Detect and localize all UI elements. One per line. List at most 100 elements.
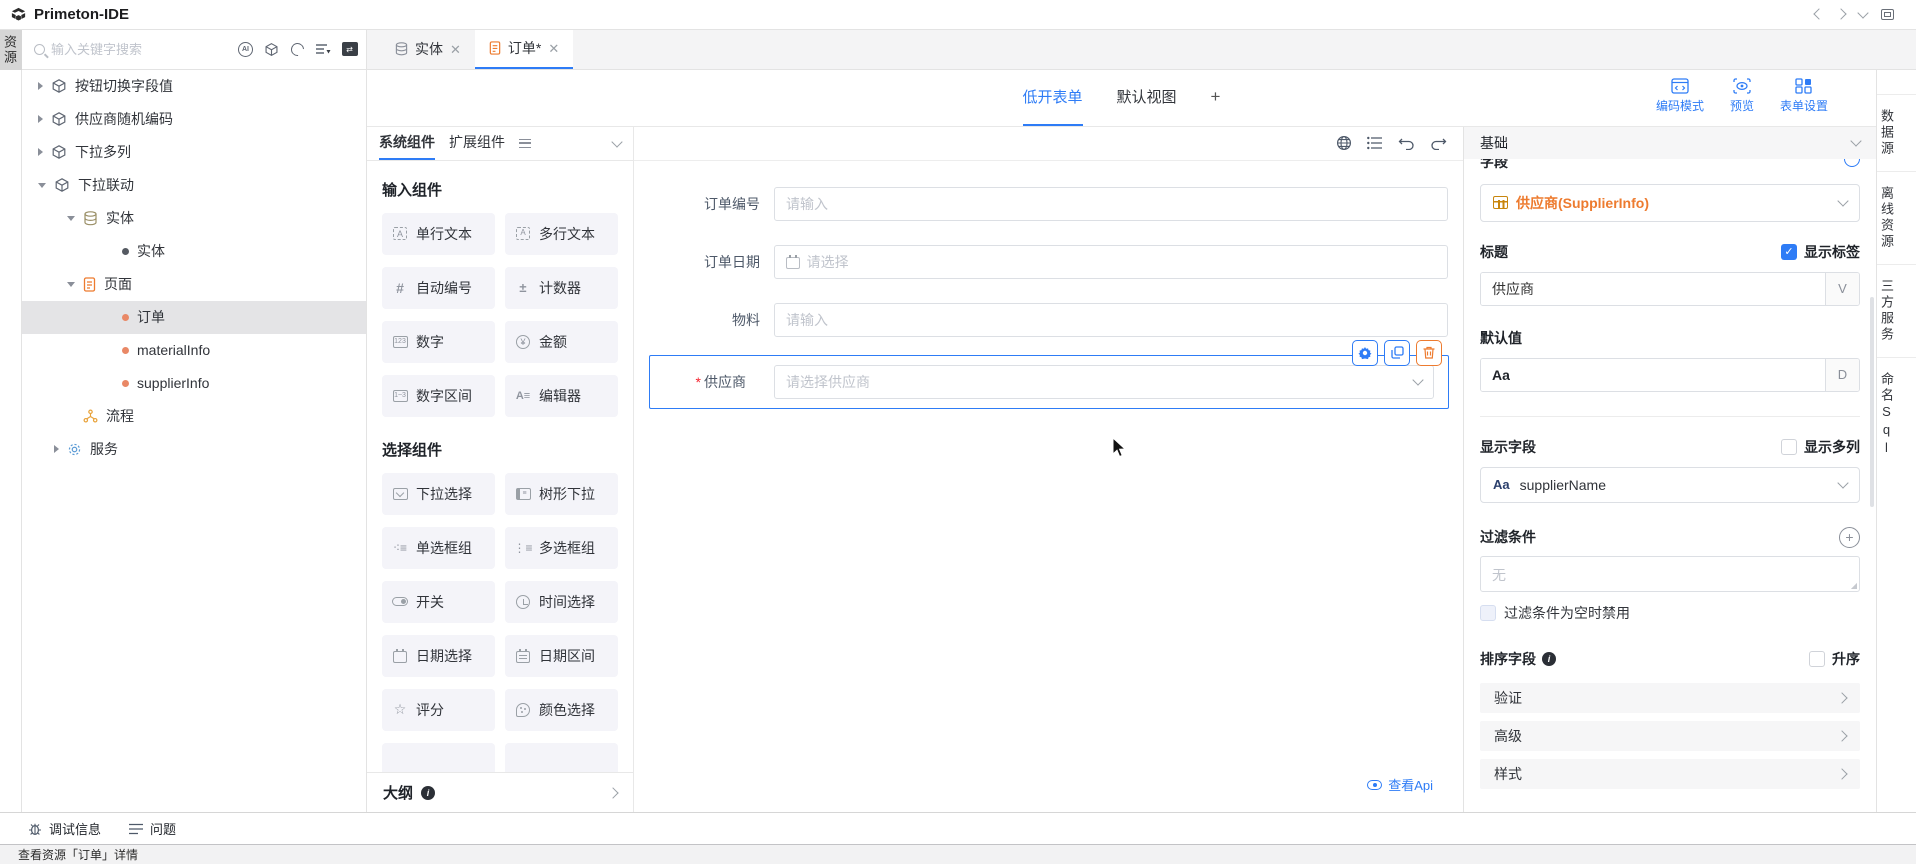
inspector-section-basic[interactable]: 基础 — [1464, 127, 1876, 159]
sort-info-icon[interactable]: i — [1542, 652, 1556, 666]
outline-tree-icon[interactable] — [1367, 136, 1383, 150]
outline-expand-icon[interactable] — [607, 787, 618, 798]
form-design-surface[interactable]: 订单编号 订单日期 — [634, 161, 1463, 812]
tab-order[interactable]: 订单* ✕ — [475, 30, 573, 69]
caret-expanded-icon[interactable] — [67, 282, 75, 287]
binding-select[interactable]: 供应商(SupplierInfo) — [1480, 184, 1860, 222]
export-icon[interactable]: ⇄ — [341, 41, 358, 58]
section-advanced[interactable]: 高级 — [1480, 721, 1860, 751]
problems-tab[interactable]: 问题 — [129, 819, 176, 838]
tree-item-entity[interactable]: 实体 — [22, 235, 366, 268]
tree-item-flow[interactable]: 流程 — [22, 400, 366, 433]
palette-item-date-picker[interactable]: 日期选择 — [382, 635, 495, 677]
sort-list-icon[interactable] — [315, 41, 332, 58]
view-tab-lowcode-form[interactable]: 低开表单 — [1023, 70, 1083, 126]
display-field-select[interactable]: Aa supplierName — [1480, 467, 1860, 503]
palette-item-checkbox-group[interactable]: ⋮≡多选框组 — [505, 527, 618, 569]
palette-item-number-range[interactable]: 1~3数字区间 — [382, 375, 495, 417]
nav-forward-icon[interactable] — [1837, 10, 1845, 18]
form-canvas[interactable]: 订单编号 订单日期 — [634, 127, 1463, 812]
component-settings-button[interactable] — [1352, 340, 1378, 366]
palette-tab-extended[interactable]: 扩展组件 — [449, 127, 505, 160]
order-date-picker[interactable] — [774, 245, 1448, 279]
palette-item-amount[interactable]: ¥金额 — [505, 321, 618, 363]
resize-handle-icon[interactable]: ◢ — [1851, 581, 1857, 590]
palette-scroll-area[interactable]: 输入组件 A单行文本 A多行文本 #自动编号 ±计数器 123数字 ¥金额 1~… — [367, 161, 633, 772]
palette-tab-system[interactable]: 系统组件 — [379, 127, 435, 160]
caret-collapsed-icon[interactable] — [38, 82, 43, 90]
palette-item-date-range[interactable]: 日期区间 — [505, 635, 618, 677]
tab-entity[interactable]: 实体 ✕ — [381, 30, 475, 69]
palette-item-multi-line-text[interactable]: A多行文本 — [505, 213, 618, 255]
code-mode-button[interactable]: 编码模式 — [1656, 78, 1704, 114]
palette-list-icon[interactable] — [519, 139, 531, 148]
palette-item-color-picker[interactable]: 颜色选择 — [505, 689, 618, 731]
refresh-binding-icon[interactable] — [1844, 159, 1860, 167]
component-copy-button[interactable] — [1384, 340, 1410, 366]
form-row-order-no[interactable]: 订单编号 — [650, 187, 1448, 221]
caret-expanded-icon[interactable] — [38, 183, 46, 188]
tab-third-party-services[interactable]: 三方服务 — [1877, 264, 1916, 357]
tab-order-close-icon[interactable]: ✕ — [548, 42, 559, 55]
palette-collapse-icon[interactable] — [611, 136, 622, 147]
i18n-globe-icon[interactable] — [1336, 135, 1352, 151]
filter-condition-textarea[interactable]: 无 ◢ — [1480, 556, 1860, 592]
palette-item-clipped[interactable] — [505, 743, 618, 772]
add-filter-button[interactable]: + — [1839, 527, 1860, 548]
tree-item-materialinfo[interactable]: materialInfo — [22, 334, 366, 367]
palette-item-time-picker[interactable]: 时间选择 — [505, 581, 618, 623]
palette-item-single-line-text[interactable]: A单行文本 — [382, 213, 495, 255]
multi-column-checkbox-row[interactable]: 显示多列 — [1781, 437, 1860, 457]
supplier-select[interactable]: 请选择供应商 — [774, 365, 1434, 399]
selected-supplier-component[interactable]: *供应商 请选择供应商 — [649, 355, 1449, 409]
tree-item-supplierinfo[interactable]: supplierInfo — [22, 367, 366, 400]
palette-item-rate[interactable]: ☆评分 — [382, 689, 495, 731]
palette-item-switch[interactable]: 开关 — [382, 581, 495, 623]
resources-vertical-tab[interactable]: 资源 — [0, 30, 22, 70]
tree-item-order[interactable]: 订单 — [22, 301, 366, 334]
tree-item-dropdown-multicolumn[interactable]: 下拉多列 — [22, 136, 366, 169]
checkbox-unchecked-icon[interactable] — [1809, 651, 1825, 667]
tab-offline-resources[interactable]: 离线资源 — [1877, 171, 1916, 264]
palette-item-editor[interactable]: A≡编辑器 — [505, 375, 618, 417]
tab-named-sql[interactable]: 命名Sql — [1877, 357, 1916, 472]
order-date-input-inner[interactable] — [807, 254, 1436, 270]
debug-info-tab[interactable]: 调试信息 — [28, 819, 101, 838]
title-variable-button[interactable]: V — [1825, 273, 1859, 305]
palette-item-auto-number[interactable]: #自动编号 — [382, 267, 495, 309]
caret-collapsed-icon[interactable] — [38, 115, 43, 123]
form-row-order-date[interactable]: 订单日期 — [650, 245, 1448, 279]
palette-item-select[interactable]: 下拉选择 — [382, 473, 495, 515]
title-input[interactable] — [1481, 273, 1825, 305]
nav-expand-icon[interactable] — [1859, 12, 1867, 17]
form-settings-button[interactable]: 表单设置 — [1780, 78, 1828, 114]
refresh-icon[interactable] — [289, 41, 306, 58]
search-input[interactable] — [51, 42, 231, 57]
inspector-scrollbar[interactable] — [1870, 297, 1874, 507]
tree-item-button-toggle-field-value[interactable]: 按钮切换字段值 — [22, 70, 366, 103]
palette-item-radio-group[interactable]: ⁖≡单选框组 — [382, 527, 495, 569]
nav-back-icon[interactable] — [1815, 10, 1823, 18]
palette-item-number[interactable]: 123数字 — [382, 321, 495, 363]
show-label-checkbox-row[interactable]: ✓ 显示标签 — [1781, 242, 1860, 262]
outline-footer[interactable]: 大纲 i — [367, 772, 633, 812]
redo-icon[interactable] — [1430, 136, 1447, 150]
tree-item-dropdown-linkage[interactable]: 下拉联动 — [22, 169, 366, 202]
section-validation[interactable]: 验证 — [1480, 683, 1860, 713]
new-model-icon[interactable] — [263, 41, 280, 58]
outline-info-icon[interactable]: i — [421, 786, 435, 800]
tree-item-supplier-random-code[interactable]: 供应商随机编码 — [22, 103, 366, 136]
preview-button[interactable]: 预览 — [1730, 78, 1754, 114]
checkbox-unchecked-icon[interactable] — [1781, 439, 1797, 455]
default-value-input[interactable] — [1481, 359, 1825, 391]
view-api-link[interactable]: 查看Api — [1367, 775, 1433, 794]
ascending-checkbox-row[interactable]: 升序 — [1809, 649, 1860, 669]
component-delete-button[interactable] — [1416, 340, 1442, 366]
caret-expanded-icon[interactable] — [67, 216, 75, 221]
palette-item-counter[interactable]: ±计数器 — [505, 267, 618, 309]
tab-entity-close-icon[interactable]: ✕ — [450, 43, 461, 56]
ai-assistant-icon[interactable]: AI — [237, 41, 254, 58]
section-style[interactable]: 样式 — [1480, 759, 1860, 789]
filter-empty-disable-row[interactable]: 过滤条件为空时禁用 — [1480, 603, 1860, 623]
caret-collapsed-icon[interactable] — [38, 148, 43, 156]
